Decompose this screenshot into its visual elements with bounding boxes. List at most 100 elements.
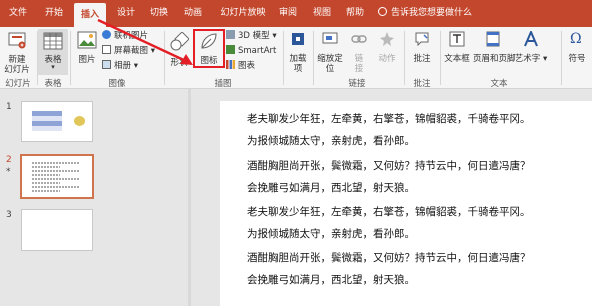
group-label-comments: 批注 [413, 79, 431, 89]
new-slide-icon [8, 32, 26, 49]
poem-line: 为报倾城随太守，亲射虎，看孙郎。 [247, 135, 415, 147]
ribbon-separator [70, 31, 71, 85]
slide-editor: 老夫聊发少年狂，左牵黄，右擎苍，锦帽貂裘，千骑卷平冈。 为报倾城随太守，亲射虎，… [191, 89, 592, 306]
poem-line: 酒酣胸胆尚开张，鬓微霜，又何妨？持节云中，何日遣冯唐？ [247, 252, 531, 264]
highlight-box [193, 29, 225, 68]
tell-me-text: 告诉我您想要做什么 [391, 8, 473, 18]
shapes-button[interactable]: 形状 [166, 29, 192, 75]
globe-icon [102, 30, 111, 39]
symbol-button[interactable]: Ω 符号 [564, 31, 590, 75]
group-label-tables: 表格 [44, 79, 62, 89]
chart-icon [226, 60, 235, 69]
slide-marker: * [6, 167, 11, 177]
wordart-button[interactable]: 艺术字 ▾ [514, 31, 548, 75]
current-slide[interactable]: 老夫聊发少年狂，左牵黄，右擎苍，锦帽貂裘，千骑卷平冈。 为报倾城随太守，亲射虎，… [220, 101, 592, 306]
chart-button[interactable]: 图表 [226, 60, 255, 73]
slide-thumbnail-3[interactable] [21, 209, 93, 251]
action-label: 动作 [378, 54, 396, 64]
chart-label: 图表 [238, 61, 256, 71]
link-icon [351, 35, 367, 43]
tab-review[interactable]: 审阅 [272, 0, 304, 27]
poem-line: 老夫聊发少年狂，左牵黄，右擎苍，锦帽貂裘，千骑卷平冈。 [247, 113, 531, 125]
smartart-label: SmartArt [238, 46, 277, 56]
slide-thumbnail-1[interactable] [21, 101, 93, 142]
tab-slideshow[interactable]: 幻灯片放映 [214, 0, 272, 27]
ribbon-separator [164, 31, 165, 85]
link-button[interactable]: 链 接 [347, 31, 371, 75]
symbol-label: 符号 [568, 54, 586, 64]
group-label-text: 文本 [490, 79, 508, 89]
slide-number: 3 [6, 210, 12, 220]
action-button[interactable]: 动作 [374, 31, 400, 75]
header-footer-icon [486, 31, 500, 47]
album-icon [102, 60, 111, 69]
group-label-images: 图像 [108, 79, 126, 89]
tab-transitions[interactable]: 切换 [143, 0, 175, 27]
poem-line: 老夫聊发少年狂，左牵黄，右擎苍，锦帽貂裘，千骑卷平冈。 [247, 206, 531, 218]
shapes-label: 形状 [170, 58, 188, 68]
zoom-button[interactable]: 缩放定 位 [315, 31, 345, 75]
3d-model-label: 3D 模型 [238, 31, 270, 41]
textbox-label: 文本框 [444, 54, 470, 64]
slide-thumbnail-pane: 1 2 * 3 [0, 89, 188, 306]
comment-icon [415, 32, 429, 47]
textbox-icon [449, 31, 465, 47]
link-label-2: 接 [354, 64, 364, 74]
smartart-button[interactable]: SmartArt [226, 45, 276, 58]
textbox-button[interactable]: 文本框 [442, 31, 472, 75]
comment-button[interactable]: 批注 [407, 31, 437, 75]
wordart-icon [524, 31, 538, 47]
ribbon-separator [440, 31, 441, 85]
thumbnail-emoji [74, 116, 85, 126]
poem-line: 为报倾城随太守，亲射虎，看孙郎。 [247, 228, 415, 240]
tab-home[interactable]: 开始 [38, 0, 70, 27]
tab-help[interactable]: 帮助 [339, 0, 371, 27]
slide-number: 1 [6, 102, 12, 112]
poem-line: 酒酣胸胆尚开张，鬓微霜，又何妨？持节云中，何日遣冯唐？ [247, 160, 531, 172]
lightbulb-icon [378, 7, 387, 16]
online-picture-button[interactable]: 联机图片 [102, 30, 148, 43]
table-icon [43, 32, 63, 50]
addins-label-2: 项 [293, 64, 303, 74]
tab-animations[interactable]: 动画 [177, 0, 209, 27]
new-slide-button[interactable]: 新建 幻灯片 [2, 31, 32, 75]
ribbon-separator [561, 31, 562, 85]
album-button[interactable]: 相册 ▾ [102, 60, 138, 73]
album-label: 相册 [114, 61, 132, 71]
shapes-icon [170, 32, 189, 51]
tab-view[interactable]: 视图 [306, 0, 338, 27]
comment-label: 批注 [413, 54, 431, 64]
thumbnail-text-lines [32, 162, 80, 192]
poem-line: 会挽雕弓如满月，西北望，射天狼。 [247, 274, 415, 286]
header-footer-button[interactable]: 页眉和页脚 [473, 31, 516, 75]
slide-thumbnail-2[interactable] [20, 154, 94, 199]
header-footer-label: 页眉和页脚 [473, 54, 516, 64]
dropdown-caret: ▾ [51, 63, 55, 71]
omega-icon: Ω [570, 31, 582, 47]
ribbon-separator [283, 31, 284, 85]
group-label-links: 链接 [348, 79, 366, 89]
table-button[interactable]: 表格 ▾ [38, 29, 68, 75]
cube-icon [226, 30, 235, 39]
tab-file[interactable]: 文件 [2, 0, 34, 27]
tab-insert[interactable]: 插入 [74, 3, 106, 27]
picture-button[interactable]: 图片 [73, 31, 101, 71]
thumbnail-table [32, 111, 62, 131]
wordart-text: 艺术字 [514, 54, 541, 64]
tab-design[interactable]: 设计 [110, 0, 142, 27]
wordart-label: 艺术字 ▾ [514, 54, 548, 64]
smartart-icon [226, 45, 235, 54]
addins-button[interactable]: 加载 项 [286, 31, 310, 75]
online-picture-label: 联机图片 [114, 31, 149, 41]
addins-icon [292, 33, 304, 45]
slide-number-active: 2 [6, 155, 12, 165]
zoom-label-2: 位 [325, 64, 335, 74]
picture-icon [77, 31, 97, 49]
tell-me-box[interactable]: 告诉我您想要做什么 [378, 0, 472, 27]
picture-label: 图片 [78, 55, 96, 65]
group-label-illustrations: 插图 [214, 79, 232, 89]
ribbon-separator [313, 31, 314, 85]
ribbon-insert: 新建 幻灯片 幻灯片 表格 ▾ 表格 图片 联机图片 屏幕截图 ▾ 相册 ▾ 图… [0, 27, 592, 89]
3d-model-button[interactable]: 3D 模型 ▾ [226, 30, 277, 43]
screenshot-button[interactable]: 屏幕截图 ▾ [102, 45, 155, 58]
